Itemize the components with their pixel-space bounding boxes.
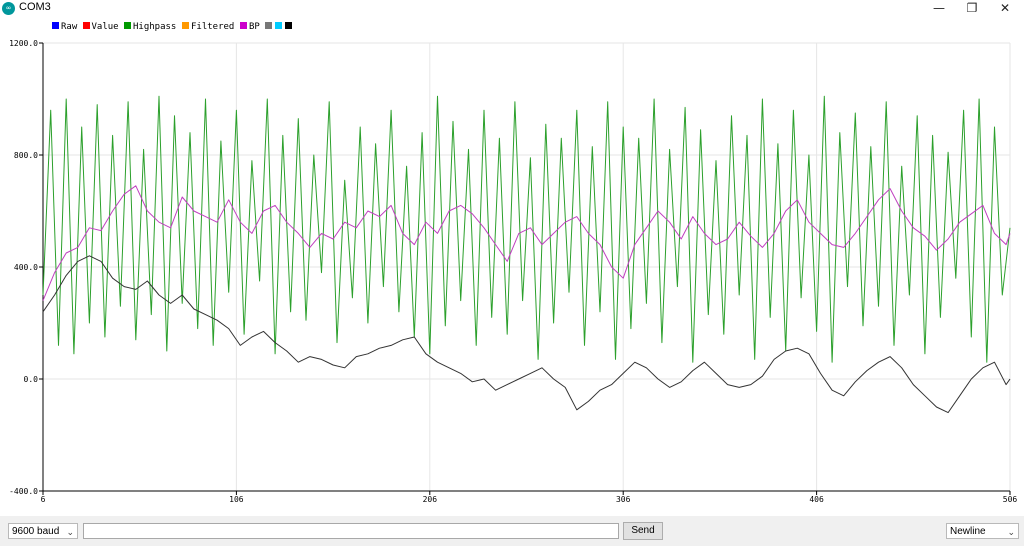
legend-swatch (82, 22, 90, 29)
send-button[interactable]: Send (623, 522, 663, 540)
legend-item (265, 22, 274, 33)
legend-label: Highpass (133, 22, 177, 32)
legend-swatch (124, 22, 131, 29)
y-tick-label: 400.0 (14, 263, 38, 272)
x-tick-label: 506 (1003, 495, 1018, 504)
x-tick-label: 306 (616, 495, 631, 504)
legend-label: BP (249, 22, 260, 32)
legend-swatch (182, 22, 189, 29)
legend-item: BP (240, 22, 260, 33)
chevron-down-icon: ⌄ (1007, 527, 1015, 537)
legend-label: Value (91, 22, 119, 32)
chevron-down-icon: ⌄ (66, 527, 74, 537)
y-tick-label: 1200.0 (9, 39, 38, 48)
legend-item: Raw (52, 22, 77, 33)
serial-plotter-chart: 1200.0 800.0 400.0 0.0 -400.06 106 206 306 406 50… (9, 39, 1018, 504)
legend-item: Filtered (182, 22, 234, 33)
y-tick-label: 800.0 (14, 151, 38, 160)
legend-item: Highpass (124, 22, 176, 33)
legend-swatch (285, 22, 292, 29)
legend-item (275, 22, 284, 33)
x-tick-label: 206 (423, 495, 438, 504)
bottom-toolbar: 9600 baud ⌄ Send Newline ⌄ (0, 516, 1024, 546)
y-tick-label: -400.0 (9, 487, 38, 496)
legend-swatch (265, 22, 272, 29)
send-input[interactable] (83, 523, 619, 539)
x-tick-label: 106 (229, 495, 244, 504)
legend-label: Filtered (191, 22, 235, 32)
legend-item: Value (82, 22, 119, 33)
legend-swatch (275, 22, 282, 29)
legend-item (285, 22, 294, 33)
legend-swatch (240, 22, 247, 29)
x-tick-label: 406 (809, 495, 824, 504)
baud-rate-select[interactable]: 9600 baud ⌄ (8, 523, 78, 539)
line-ending-select[interactable]: Newline ⌄ (946, 523, 1019, 539)
legend-swatch (52, 22, 59, 29)
x-tick-label: 6 (41, 495, 46, 504)
y-tick-label: 0.0 (24, 375, 39, 384)
baud-rate-value: 9600 baud (12, 526, 60, 537)
legend-label: Raw (61, 22, 78, 32)
line-ending-value: Newline (950, 526, 986, 537)
